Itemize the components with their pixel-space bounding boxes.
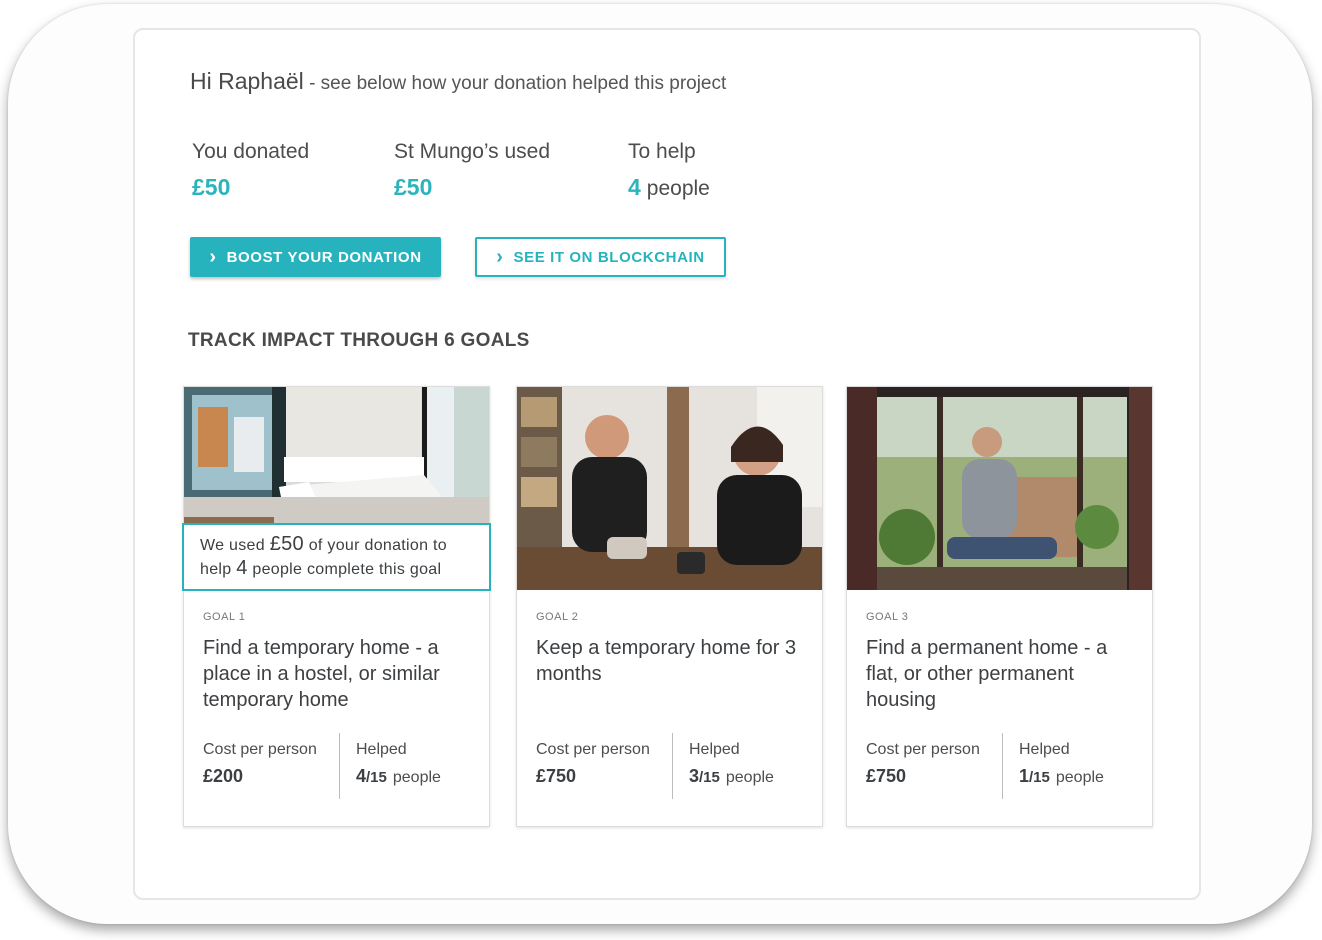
goal-card-1[interactable]: We used £50 of your donation to help 4 p… xyxy=(182,386,491,827)
helped-unit: people xyxy=(725,769,774,786)
goal-title: Keep a temporary home for 3 months xyxy=(536,637,797,685)
goal-card-3[interactable]: GOAL 3 Find a permanent home - a flat, o… xyxy=(846,386,1153,827)
goal-label: GOAL 3 xyxy=(866,611,909,623)
cost-value: £200 xyxy=(203,766,244,786)
boost-donation-label: BOOST YOUR DONATION xyxy=(226,248,422,266)
helped-value: 3/15 people xyxy=(689,766,774,787)
goal-card-2[interactable]: GOAL 2 Keep a temporary home for 3 month… xyxy=(516,386,823,827)
stat-used-value: £50 xyxy=(394,174,433,200)
helped-number: 1 xyxy=(1019,766,1030,786)
greeting: Hi Raphaël - see below how your donation… xyxy=(190,68,726,95)
goal-label: GOAL 1 xyxy=(203,611,246,623)
helped-unit: people xyxy=(392,769,441,786)
goal-label: GOAL 2 xyxy=(536,611,579,623)
stat-help-label: To help xyxy=(628,140,696,163)
screen: Hi Raphaël - see below how your donation… xyxy=(133,28,1201,900)
helped-count: Helped 1/15 people xyxy=(1019,741,1104,787)
see-blockchain-label: SEE IT ON BLOCKCHAIN xyxy=(513,248,705,266)
tooltip-amount: £50 xyxy=(269,533,304,555)
stat-help-value: 4 people xyxy=(628,174,710,201)
stat-used: St Mungo’s used £50 xyxy=(394,140,550,201)
woman-at-window-photo xyxy=(847,387,1152,590)
cost-label: Cost per person xyxy=(536,741,650,758)
goal-metrics: Cost per person £750 Helped 1/15 people xyxy=(866,733,1136,799)
cost-per-person: Cost per person £200 xyxy=(203,741,317,787)
tooltip-text: We used xyxy=(200,537,265,554)
goal-title: Find a permanent home - a flat, or other… xyxy=(866,637,1108,711)
divider xyxy=(1002,733,1003,799)
helped-label: Helped xyxy=(356,741,407,758)
cost-value: £750 xyxy=(536,766,577,786)
divider xyxy=(672,733,673,799)
greeting-name: Hi Raphaël xyxy=(190,68,304,94)
tooltip-text: help xyxy=(200,561,232,578)
helped-count: Helped 3/15 people xyxy=(689,741,774,787)
helped-number: 4 xyxy=(356,766,367,786)
helped-total: /15 xyxy=(1029,769,1050,786)
cost-per-person: Cost per person £750 xyxy=(536,741,650,787)
helped-total: /15 xyxy=(366,769,387,786)
cost-per-person: Cost per person £750 xyxy=(866,741,980,787)
helped-unit: people xyxy=(1055,769,1104,786)
helped-label: Helped xyxy=(689,741,740,758)
stat-help-count: 4 xyxy=(628,174,641,200)
stat-help-unit: people xyxy=(646,177,710,200)
donation-tooltip: We used £50 of your donation to help 4 p… xyxy=(182,523,491,591)
goal-title: Find a temporary home - a place in a hos… xyxy=(203,637,440,711)
stat-donated: You donated £50 xyxy=(192,140,309,201)
goal-metrics: Cost per person £750 Helped 3/15 people xyxy=(536,733,806,799)
cost-label: Cost per person xyxy=(866,741,980,758)
section-title: TRACK IMPACT THROUGH 6 GOALS xyxy=(188,330,530,351)
cost-value: £750 xyxy=(866,766,907,786)
chevron-right-icon: › xyxy=(496,246,504,268)
greeting-message: - see below how your donation helped thi… xyxy=(309,73,727,94)
helped-label: Helped xyxy=(1019,741,1070,758)
helped-value: 1/15 people xyxy=(1019,766,1104,787)
stat-used-label: St Mungo’s used xyxy=(394,140,551,163)
helped-count: Helped 4/15 people xyxy=(356,741,441,787)
see-blockchain-button[interactable]: › SEE IT ON BLOCKCHAIN xyxy=(475,237,726,277)
tooltip-count: 4 xyxy=(236,557,248,579)
tooltip-text: of your donation to xyxy=(308,537,447,554)
helped-number: 3 xyxy=(689,766,700,786)
stat-donated-value: £50 xyxy=(192,174,231,200)
helped-value: 4/15 people xyxy=(356,766,441,787)
goal-metrics: Cost per person £200 Helped 4/15 people xyxy=(203,733,473,799)
divider xyxy=(339,733,340,799)
tooltip-text: people complete this goal xyxy=(252,561,442,578)
helped-total: /15 xyxy=(699,769,720,786)
cost-label: Cost per person xyxy=(203,741,317,758)
stat-donated-label: You donated xyxy=(192,140,310,163)
two-people-talking-photo xyxy=(517,387,822,590)
stat-help: To help 4 people xyxy=(628,140,710,201)
tablet-frame: Hi Raphaël - see below how your donation… xyxy=(8,4,1312,924)
boost-donation-button[interactable]: › BOOST YOUR DONATION xyxy=(190,237,441,277)
chevron-right-icon: › xyxy=(209,246,217,268)
